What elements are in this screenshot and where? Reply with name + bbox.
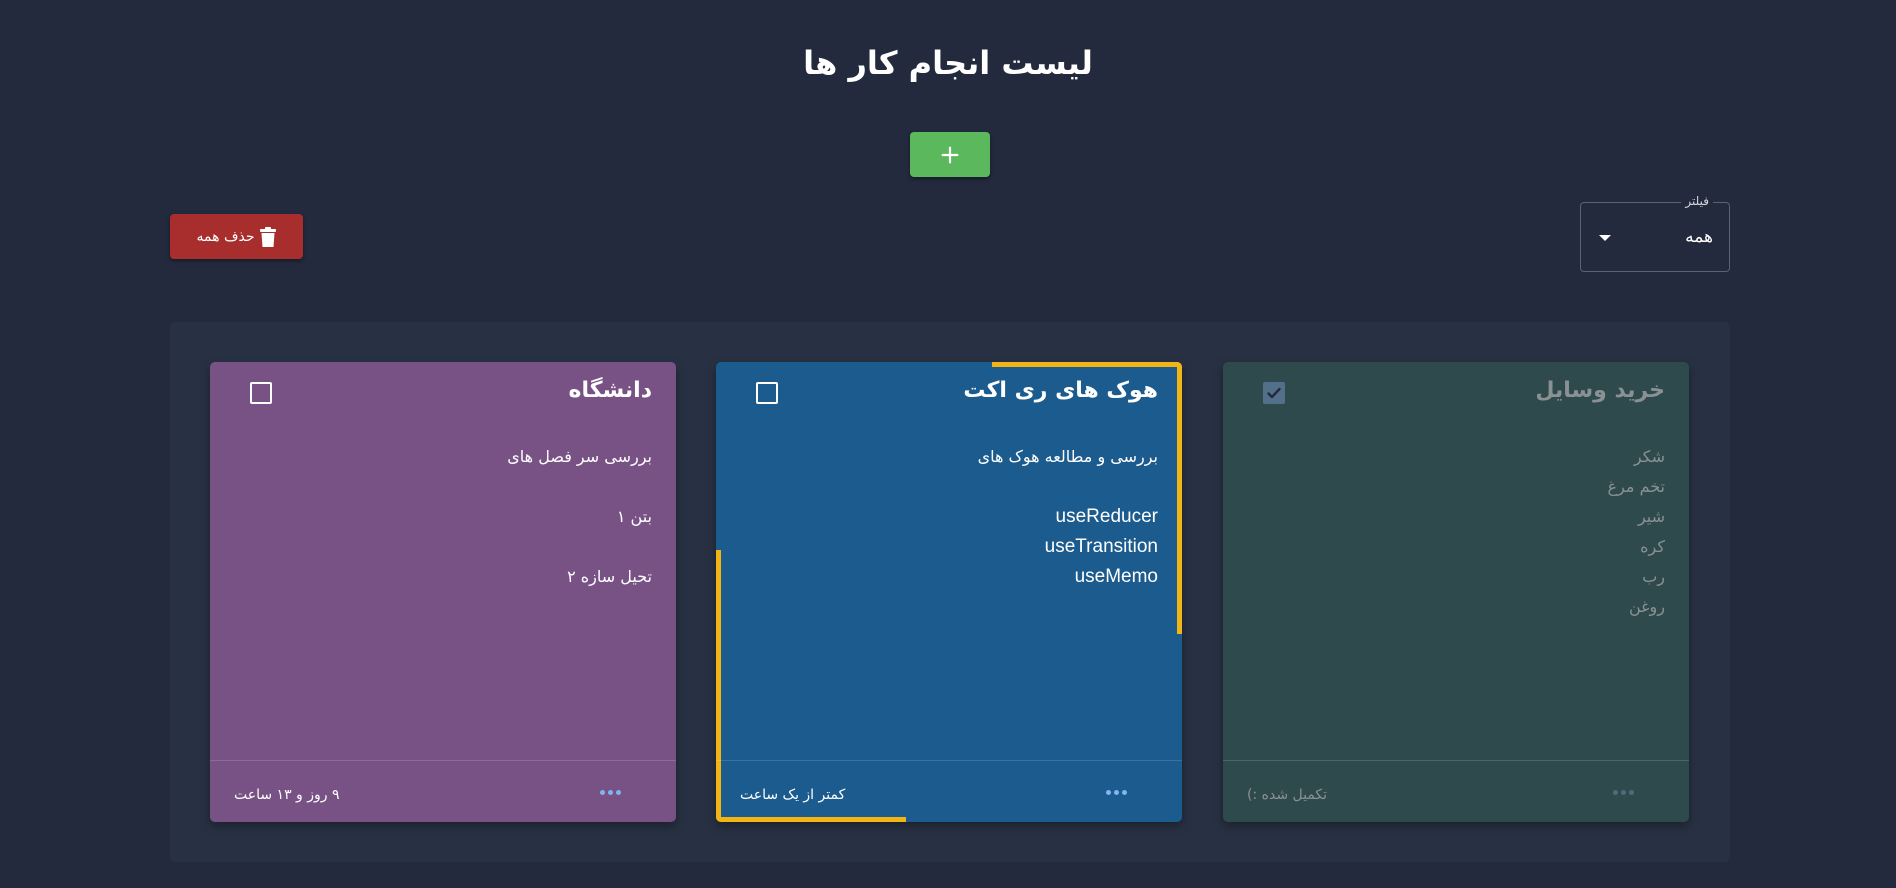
- card-line: رب: [1642, 567, 1665, 586]
- card-line: شکر: [1633, 447, 1665, 466]
- card-line: تخم مرغ: [1607, 477, 1665, 496]
- task-card-react-hooks[interactable]: هوک های ری اکت بررسی و مطالعه هوک های us…: [716, 362, 1182, 822]
- caret-down-icon: [1599, 235, 1611, 241]
- card-body: شکر تخم مرغ شیر کره رب روغن: [1245, 442, 1665, 622]
- filter-selected-value: همه: [1685, 227, 1713, 247]
- delete-all-label: حذف همه: [196, 228, 255, 245]
- task-card-shopping[interactable]: خرید وسایل شکر تخم مرغ شیر کره رب روغن ت…: [1223, 362, 1689, 822]
- more-options-icon[interactable]: [1613, 790, 1634, 795]
- add-task-button[interactable]: [910, 132, 990, 177]
- card-line: شیر: [1637, 507, 1665, 526]
- card-checkbox[interactable]: [756, 382, 778, 404]
- card-highlight-border: [992, 362, 1182, 367]
- card-body: بررسی سر فصل های بتن ۱ تحیل سازه ۲: [232, 442, 652, 592]
- card-title: دانشگاه: [568, 378, 652, 403]
- page-title: لیست انجام کار ها: [803, 44, 1093, 82]
- checkmark-icon: [1267, 387, 1281, 399]
- card-line: بتن ۱: [616, 507, 652, 526]
- card-highlight-border: [716, 817, 906, 822]
- card-divider: [716, 760, 1182, 761]
- card-line: روغن: [1629, 597, 1665, 616]
- card-line: [738, 472, 1158, 502]
- card-due-text: کمتر از یک ساعت: [740, 787, 846, 803]
- card-line: کره: [1640, 537, 1665, 556]
- delete-all-button[interactable]: حذف همه: [170, 214, 303, 259]
- task-card-university[interactable]: دانشگاه بررسی سر فصل های بتن ۱ تحیل سازه…: [210, 362, 676, 822]
- card-line: [232, 532, 652, 562]
- plus-icon: [941, 146, 959, 163]
- card-line: بررسی و مطالعه هوک های: [977, 447, 1158, 466]
- more-options-icon[interactable]: [600, 790, 621, 795]
- card-divider: [210, 760, 676, 761]
- filter-select[interactable]: فیلتر همه: [1580, 194, 1730, 272]
- card-body: بررسی و مطالعه هوک های useReducer useTra…: [738, 442, 1158, 592]
- card-line: useMemo: [1074, 566, 1158, 587]
- filter-label: فیلتر: [1681, 194, 1713, 208]
- card-line: [232, 472, 652, 502]
- card-line: useTransition: [1044, 536, 1158, 557]
- card-line: بررسی سر فصل های: [507, 447, 652, 466]
- card-status-text: تکمیل شده :): [1247, 787, 1328, 803]
- card-highlight-border: [716, 550, 721, 822]
- card-checkbox[interactable]: [1263, 382, 1285, 404]
- card-highlight-border: [1177, 362, 1182, 634]
- card-title: هوک های ری اکت: [963, 378, 1158, 403]
- task-board: دانشگاه بررسی سر فصل های بتن ۱ تحیل سازه…: [170, 322, 1730, 862]
- card-line: تحیل سازه ۲: [567, 567, 652, 586]
- card-line: useReducer: [1055, 506, 1158, 527]
- card-checkbox[interactable]: [250, 382, 272, 404]
- card-due-text: ۹ روز و ۱۳ ساعت: [234, 787, 340, 803]
- card-divider: [1223, 760, 1689, 761]
- more-options-icon[interactable]: [1106, 790, 1127, 795]
- trash-icon: [260, 226, 277, 247]
- card-title: خرید وسایل: [1535, 378, 1665, 403]
